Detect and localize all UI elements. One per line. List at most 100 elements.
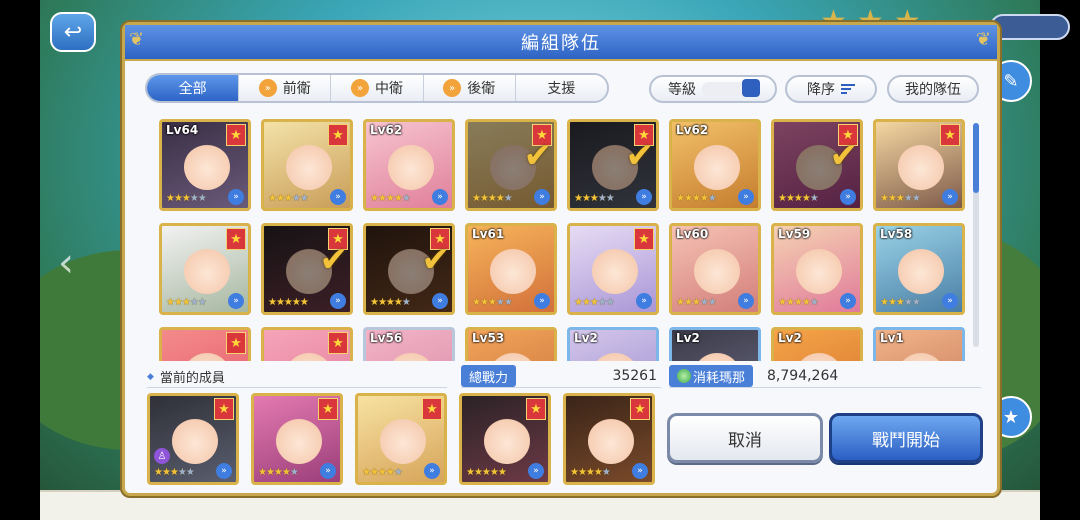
character-portrait bbox=[380, 418, 426, 464]
my-team-button[interactable]: 我的隊伍 bbox=[887, 75, 979, 103]
page-left-arrow-icon[interactable]: ‹ bbox=[58, 240, 74, 286]
divider bbox=[461, 387, 661, 388]
star-rating: ★★★★★ bbox=[778, 297, 819, 308]
character-card[interactable]: Lv2 bbox=[771, 327, 863, 361]
team-member-card[interactable]: ★ ★★★★★» bbox=[355, 393, 447, 485]
star-rating: ★★★★★ bbox=[166, 297, 207, 308]
rarity-star-badge-icon: ★ bbox=[634, 228, 654, 250]
star-rating: ★★★★★ bbox=[154, 467, 195, 478]
character-card[interactable]: Lv62 ★★★★★ » bbox=[363, 119, 455, 211]
role-chevron-icon: » bbox=[632, 463, 648, 479]
rarity-star-badge-icon: ★ bbox=[226, 228, 246, 250]
character-card[interactable]: Lv59 ★★★★★ » bbox=[771, 223, 863, 315]
tab-2[interactable]: » 中衛 bbox=[331, 75, 424, 101]
character-portrait bbox=[388, 352, 434, 361]
total-power-box: 總戰力 35261 bbox=[461, 365, 661, 387]
top-resource-pill bbox=[990, 14, 1070, 40]
role-chevron-icon: » bbox=[738, 189, 754, 205]
role-chevron-icon: » bbox=[528, 463, 544, 479]
team-member-card[interactable]: ★ ★★★★★» ♙ bbox=[147, 393, 239, 485]
star-rating: ★★★★★ bbox=[778, 193, 819, 204]
tab-0[interactable]: 全部 bbox=[147, 75, 240, 101]
sort-order-button[interactable]: 降序 bbox=[785, 75, 877, 103]
mana-cost-label: 消耗瑪那 bbox=[669, 365, 754, 387]
role-chevron-icon: » bbox=[330, 293, 346, 309]
role-chevron-icon: » bbox=[424, 463, 440, 479]
character-card[interactable]: Lv62 ★★★★★ » bbox=[669, 119, 761, 211]
level-toggle-icon bbox=[702, 79, 760, 97]
role-chevron-icon: » bbox=[228, 293, 244, 309]
start-battle-button[interactable]: 戰鬥開始 bbox=[829, 413, 983, 463]
star-rating: ★★★★★ bbox=[466, 467, 507, 478]
rarity-star-badge-icon: ★ bbox=[214, 398, 234, 420]
roster-scrollbar[interactable] bbox=[973, 123, 979, 347]
star-rating: ★★★★★ bbox=[472, 297, 513, 308]
cancel-button[interactable]: 取消 bbox=[667, 413, 823, 463]
mana-cost-box: 消耗瑪那 8,794,264 bbox=[669, 365, 981, 387]
star-rating: ★★★★★ bbox=[676, 297, 717, 308]
current-team: ★ ★★★★★» ♙ ★ ★★★★★» ★ ★★★★★» ★ ★★★★★» ★ ★★★★★» bbox=[147, 393, 655, 485]
role-chevron-icon: » bbox=[636, 189, 652, 205]
sort-level-button[interactable]: 等級 bbox=[649, 75, 777, 103]
role-chevron-icon: » bbox=[216, 463, 232, 479]
tab-4[interactable]: 支援 bbox=[515, 75, 607, 101]
back-arrow-icon: ↩ bbox=[63, 19, 83, 45]
character-card[interactable]: ★ bbox=[159, 327, 251, 361]
character-card[interactable]: ★ bbox=[261, 327, 353, 361]
back-button[interactable]: ↩ bbox=[50, 12, 96, 52]
character-card[interactable]: ★ ★★★★★» ✔ bbox=[261, 223, 353, 315]
level-label: Lv53 bbox=[472, 331, 505, 345]
character-card[interactable]: ★ ★★★★★» ✔ bbox=[465, 119, 557, 211]
tab-label: 全部 bbox=[178, 81, 207, 97]
star-rating: ★★★★★ bbox=[880, 193, 921, 204]
role-chevron-icon: » bbox=[738, 293, 754, 309]
character-card[interactable]: Lv2 bbox=[669, 327, 761, 361]
character-card[interactable]: ★ ★★★★★» bbox=[261, 119, 353, 211]
character-card[interactable]: ★ ★★★★★» ✔ bbox=[363, 223, 455, 315]
character-card[interactable]: ★ ★★★★★» ✔ bbox=[567, 119, 659, 211]
star-rating: ★★★★★ bbox=[574, 297, 615, 308]
rarity-star-badge-icon: ★ bbox=[328, 332, 348, 354]
character-portrait bbox=[898, 248, 944, 294]
character-portrait bbox=[172, 418, 218, 464]
role-chevron-icon: » bbox=[636, 293, 652, 309]
rarity-star-badge-icon: ★ bbox=[526, 398, 546, 420]
character-card[interactable]: Lv56 bbox=[363, 327, 455, 361]
double-chevron-icon: » bbox=[351, 79, 369, 97]
mana-gem-icon bbox=[677, 369, 691, 383]
character-portrait bbox=[184, 248, 230, 294]
team-formation-dialog: ❦ 編組隊伍 ❦ 全部» 前衛» 中衛» 後衛 支援 等級 降序 我的隊伍 Lv64 ★ ★… bbox=[122, 22, 1000, 496]
character-card[interactable]: Lv53 bbox=[465, 327, 557, 361]
character-card[interactable]: ★ ★★★★★» ✔ bbox=[771, 119, 863, 211]
character-card[interactable]: Lv64 ★ ★★★★★» bbox=[159, 119, 251, 211]
tab-3[interactable]: » 後衛 bbox=[423, 75, 516, 101]
character-card[interactable]: ★ ★★★★★» bbox=[873, 119, 965, 211]
team-member-card[interactable]: ★ ★★★★★» bbox=[251, 393, 343, 485]
star-rating: ★★★★★ bbox=[268, 193, 309, 204]
team-member-card[interactable]: ★ ★★★★★» bbox=[459, 393, 551, 485]
character-card[interactable]: Lv58 ★★★★★ » bbox=[873, 223, 965, 315]
star-rating: ★★★★★ bbox=[880, 297, 921, 308]
role-chevron-icon: » bbox=[432, 189, 448, 205]
my-team-label: 我的隊伍 bbox=[905, 82, 961, 98]
character-card[interactable]: Lv60 ★★★★★ » bbox=[669, 223, 761, 315]
current-members-label: 當前的成員 bbox=[147, 367, 225, 386]
character-card[interactable]: Lv61 ★★★★★ » bbox=[465, 223, 557, 315]
tab-1[interactable]: » 前衛 bbox=[239, 75, 332, 101]
selected-check-icon: ✔ bbox=[523, 136, 553, 176]
rarity-star-badge-icon: ★ bbox=[422, 398, 442, 420]
scrollbar-thumb[interactable] bbox=[973, 123, 979, 193]
character-portrait bbox=[490, 248, 536, 294]
level-label: Lv59 bbox=[778, 227, 811, 241]
team-member-card[interactable]: ★ ★★★★★» bbox=[563, 393, 655, 485]
selected-check-icon: ✔ bbox=[421, 240, 451, 280]
star-rating: ★★★★★ bbox=[166, 193, 207, 204]
character-portrait bbox=[898, 352, 944, 361]
role-chevron-icon: » bbox=[840, 293, 856, 309]
character-card[interactable]: ★ ★★★★★» bbox=[567, 223, 659, 315]
total-power-value: 35261 bbox=[612, 368, 657, 384]
character-card[interactable]: Lv2 bbox=[567, 327, 659, 361]
character-card[interactable]: Lv1 bbox=[873, 327, 965, 361]
role-chevron-icon: » bbox=[534, 293, 550, 309]
character-card[interactable]: ★ ★★★★★» bbox=[159, 223, 251, 315]
